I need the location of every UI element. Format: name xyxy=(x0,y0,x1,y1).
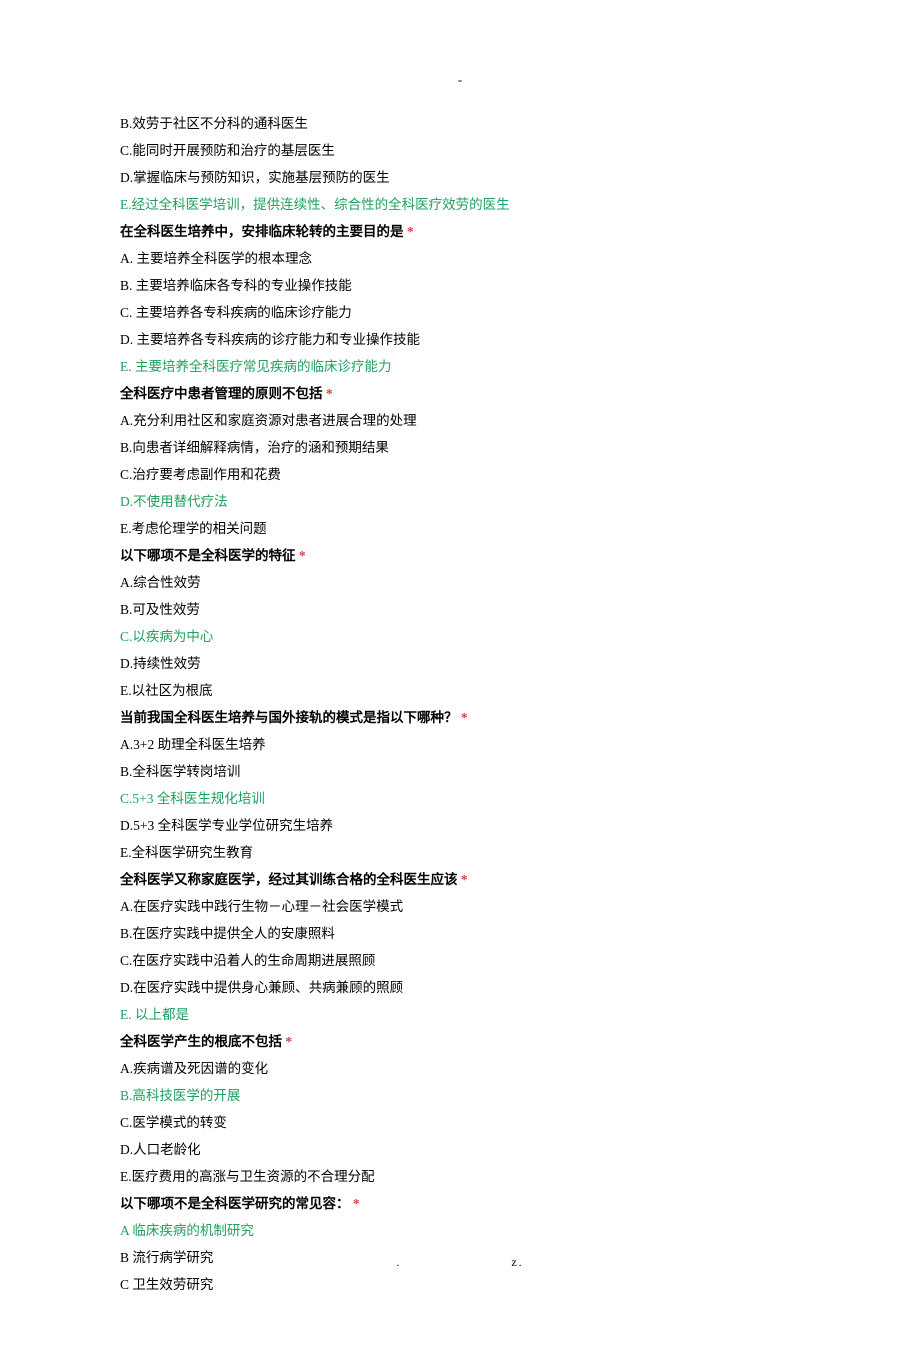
question-stem: 全科医疗中患者管理的原则不包括 * xyxy=(120,380,800,407)
option-text: C.医学模式的转变 xyxy=(120,1109,800,1136)
option-answer: B.高科技医学的开展 xyxy=(120,1082,800,1109)
required-star: * xyxy=(407,224,414,239)
option-text: B.可及性效劳 xyxy=(120,596,800,623)
document-page: B.效劳于社区不分科的通科医生 C.能同时开展预防和治疗的基层医生 D.掌握临床… xyxy=(0,0,920,1358)
question-text: 以下哪项不是全科医学研究的常见容： xyxy=(120,1196,353,1211)
option-answer: D.不使用替代疗法 xyxy=(120,488,800,515)
question-text: 全科医学又称家庭医学，经过其训练合格的全科医生应该 xyxy=(120,872,461,887)
required-star: * xyxy=(299,548,306,563)
option-text: E.全科医学研究生教育 xyxy=(120,839,800,866)
option-text: A.疾病谱及死因谱的变化 xyxy=(120,1055,800,1082)
option-text: B.全科医学转岗培训 xyxy=(120,758,800,785)
option-text: D.在医疗实践中提供身心兼顾、共病兼顾的照顾 xyxy=(120,974,800,1001)
option-text: A. 主要培养全科医学的根本理念 xyxy=(120,245,800,272)
option-answer: C.5+3 全科医生规化培训 xyxy=(120,785,800,812)
question-stem: 全科医学又称家庭医学，经过其训练合格的全科医生应该 * xyxy=(120,866,800,893)
footer-z: z. xyxy=(511,1255,523,1270)
option-text: A.充分利用社区和家庭资源对患者进展合理的处理 xyxy=(120,407,800,434)
header-dash: - xyxy=(0,72,920,88)
option-text: B.在医疗实践中提供全人的安康照料 xyxy=(120,920,800,947)
option-text: D.掌握临床与预防知识，实施基层预防的医生 xyxy=(120,164,800,191)
question-stem: 当前我国全科医生培养与国外接轨的模式是指以下哪种？ * xyxy=(120,704,800,731)
question-stem: 以下哪项不是全科医学研究的常见容： * xyxy=(120,1190,800,1217)
question-stem: 全科医学产生的根底不包括 * xyxy=(120,1028,800,1055)
footer-dot: . xyxy=(396,1255,506,1270)
option-text: B.向患者详细解释病情，治疗的涵和预期结果 xyxy=(120,434,800,461)
option-text: C 卫生效劳研究 xyxy=(120,1271,800,1298)
question-text: 全科医学产生的根底不包括 xyxy=(120,1034,285,1049)
required-star: * xyxy=(461,872,468,887)
option-answer: E. 以上都是 xyxy=(120,1001,800,1028)
option-text: D.人口老龄化 xyxy=(120,1136,800,1163)
option-answer: A 临床疾病的机制研究 xyxy=(120,1217,800,1244)
question-text: 全科医疗中患者管理的原则不包括 xyxy=(120,386,326,401)
option-text: D.5+3 全科医学专业学位研究生培养 xyxy=(120,812,800,839)
option-text: D. 主要培养各专科疾病的诊疗能力和专业操作技能 xyxy=(120,326,800,353)
option-text: B. 主要培养临床各专科的专业操作技能 xyxy=(120,272,800,299)
option-text: C.能同时开展预防和治疗的基层医生 xyxy=(120,137,800,164)
question-text: 在全科医生培养中，安排临床轮转的主要目的是 xyxy=(120,224,407,239)
question-block: 在全科医生培养中，安排临床轮转的主要目的是 *A. 主要培养全科医学的根本理念B… xyxy=(120,218,800,1298)
required-star: * xyxy=(353,1196,360,1211)
option-answer: E.经过全科医学培训，提供连续性、综合性的全科医疗效劳的医生 xyxy=(120,191,800,218)
required-star: * xyxy=(285,1034,292,1049)
option-text: C.在医疗实践中沿着人的生命周期进展照顾 xyxy=(120,947,800,974)
option-text: A.综合性效劳 xyxy=(120,569,800,596)
option-text: C. 主要培养各专科疾病的临床诊疗能力 xyxy=(120,299,800,326)
question-text: 当前我国全科医生培养与国外接轨的模式是指以下哪种？ xyxy=(120,710,461,725)
question-stem: 以下哪项不是全科医学的特征 * xyxy=(120,542,800,569)
option-text: A.在医疗实践中践行生物－心理－社会医学模式 xyxy=(120,893,800,920)
option-answer: E. 主要培养全科医疗常见疾病的临床诊疗能力 xyxy=(120,353,800,380)
option-text: E.考虑伦理学的相关问题 xyxy=(120,515,800,542)
required-star: * xyxy=(461,710,468,725)
option-text: A.3+2 助理全科医生培养 xyxy=(120,731,800,758)
question-text: 以下哪项不是全科医学的特征 xyxy=(120,548,299,563)
option-text: E.以社区为根底 xyxy=(120,677,800,704)
required-star: * xyxy=(326,386,333,401)
page-footer: . z. xyxy=(0,1255,920,1270)
option-text: C.治疗要考虑副作用和花费 xyxy=(120,461,800,488)
question-stem: 在全科医生培养中，安排临床轮转的主要目的是 * xyxy=(120,218,800,245)
option-answer: C.以疾病为中心 xyxy=(120,623,800,650)
option-text: D.持续性效劳 xyxy=(120,650,800,677)
option-text: E.医疗费用的高涨与卫生资源的不合理分配 xyxy=(120,1163,800,1190)
option-text: B.效劳于社区不分科的通科医生 xyxy=(120,110,800,137)
